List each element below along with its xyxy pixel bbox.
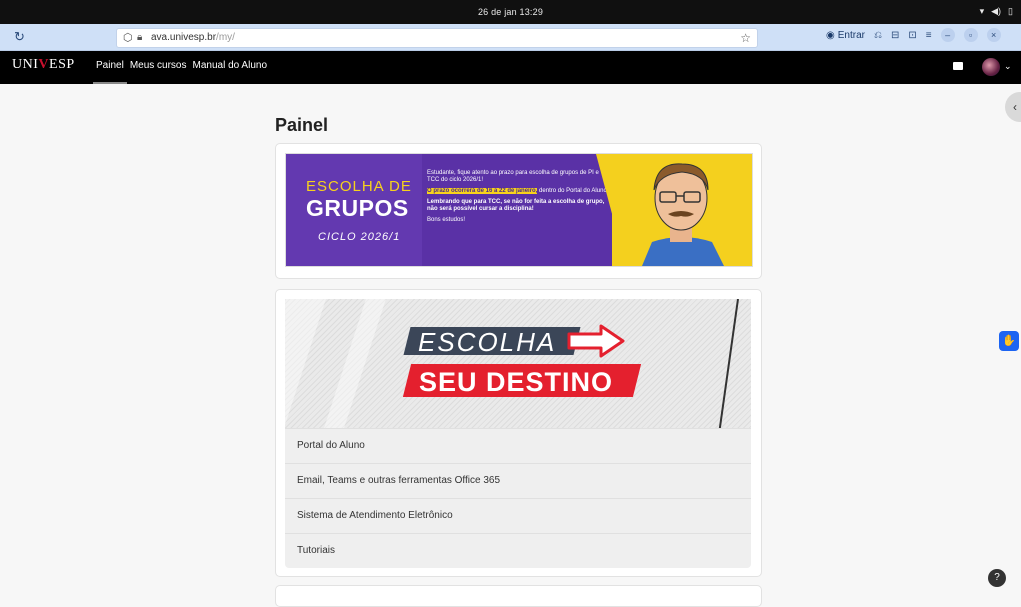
maximize-icon[interactable]: ▫ (963, 28, 978, 42)
banner1-paragraph-1: Estudante, fique atento ao prazo para es… (427, 170, 599, 183)
nav-manual-do-aluno[interactable]: Manual do Aluno (190, 51, 271, 84)
hands-icon: ✋ (1002, 335, 1016, 347)
browser-toolbar: ↻ ⬡ 🔒︎ ava.univesp.br/my/ ☆ ◉ Entrar ⎌ ⊟… (0, 24, 1021, 51)
cartoon-man-illustration (612, 154, 752, 266)
banner1-left: ESCOLHA DE GRUPOS CICLO 2026/1 (286, 154, 422, 266)
banner2-diagonal-line (718, 299, 739, 428)
wifi-icon[interactable]: ▾ (980, 6, 985, 17)
primary-nav: Painel Meus cursos Manual do Aluno (93, 51, 270, 84)
os-clock[interactable]: 26 de jan 13:29 (0, 7, 1021, 17)
chevron-down-icon[interactable]: ⌄ (1004, 61, 1012, 72)
banner1-paragraph-4: Bons estudos! (427, 217, 466, 223)
messages-icon[interactable] (953, 62, 963, 70)
signin-label: Entrar (837, 29, 865, 41)
site-navbar: UNIVESP Painel Meus cursos Manual do Alu… (0, 51, 1021, 84)
history-icon[interactable]: ⎌ (874, 30, 882, 41)
announcement-card: ESCOLHA DE GRUPOS CICLO 2026/1 Estudante… (275, 143, 762, 279)
quick-links-list: Portal do Aluno Email, Teams e outras fe… (285, 428, 751, 568)
nav-meus-cursos[interactable]: Meus cursos (127, 51, 190, 84)
group-selection-banner[interactable]: ESCOLHA DE GRUPOS CICLO 2026/1 Estudante… (285, 153, 753, 267)
reader-view-icon[interactable]: ⊟ (891, 30, 899, 41)
link-tutoriais[interactable]: Tutoriais (285, 533, 751, 568)
question-icon: ? (994, 572, 1000, 583)
bookmark-star-icon[interactable]: ☆ (740, 29, 751, 47)
banner2-line1: ESCOLHA (418, 327, 557, 357)
banner2-stripe (285, 299, 326, 428)
url-domain: ava.univesp.br (151, 32, 217, 43)
link-office-365[interactable]: Email, Teams e outras ferramentas Office… (285, 463, 751, 498)
user-avatar[interactable] (982, 58, 1000, 76)
next-card (275, 585, 762, 607)
system-tray[interactable]: ▾ ◀) ▯ (980, 6, 1013, 17)
url-bar[interactable]: ⬡ 🔒︎ ava.univesp.br/my/ ☆ (116, 28, 758, 48)
banner1-paragraph-2: O prazo ocorrerá de 16 a 22 de janeiro, … (427, 188, 609, 195)
close-icon[interactable]: × (986, 28, 1001, 42)
signin-button[interactable]: ◉ Entrar (826, 30, 865, 41)
arrow-right-icon (567, 324, 625, 358)
shield-icon[interactable]: ⬡ (123, 29, 133, 47)
lock-icon[interactable]: 🔒︎ (137, 29, 142, 47)
banner2-stripe (324, 299, 386, 428)
url-path: /my/ (216, 32, 235, 43)
link-atendimento-eletronico[interactable]: Sistema de Atendimento Eletrônico (285, 498, 751, 533)
deadline-highlight: O prazo ocorrerá de 16 a 22 de janeiro, (427, 188, 538, 194)
volume-icon[interactable]: ◀) (991, 6, 1001, 17)
os-top-bar: 26 de jan 13:29 ▾ ◀) ▯ (0, 0, 1021, 24)
banner1-text-panel: Estudante, fique atento ao prazo para es… (422, 154, 612, 266)
minimize-icon[interactable]: – (940, 28, 955, 42)
reload-icon[interactable]: ↻ (14, 29, 25, 45)
banner1-paragraph-3: Lembrando que para TCC, se não for feita… (427, 199, 609, 213)
chevron-left-icon: ‹ (1013, 100, 1017, 114)
link-portal-do-aluno[interactable]: Portal do Aluno (285, 428, 751, 463)
battery-icon[interactable]: ▯ (1008, 6, 1013, 17)
nav-painel[interactable]: Painel (93, 51, 127, 84)
choose-destination-banner[interactable]: ESCOLHA SEU DESTINO (285, 299, 751, 428)
accessibility-sign-language-button[interactable]: ✋ (999, 331, 1019, 351)
account-icon: ◉ (826, 29, 835, 41)
banner1-warning: Lembrando que para TCC, se não for feita… (427, 199, 605, 212)
toolbar-actions: ◉ Entrar ⎌ ⊟ ⊡ ≡ – ▫ × (826, 28, 1001, 42)
logo-prefix: UNI (12, 57, 39, 72)
sidebar-icon[interactable]: ⊡ (908, 30, 916, 41)
help-button[interactable]: ? (988, 569, 1006, 587)
menu-icon[interactable]: ≡ (926, 30, 932, 41)
banner1-line1: ESCOLHA DE (306, 178, 412, 195)
logo-v: V (38, 57, 50, 72)
banner1-illustration (612, 154, 752, 266)
banner1-line3: CICLO 2026/1 (318, 231, 401, 243)
quick-links-card: ESCOLHA SEU DESTINO Portal do Aluno Emai… (275, 289, 762, 577)
banner1-line2: GRUPOS (306, 195, 409, 221)
drawer-toggle-button[interactable]: ‹ (1005, 92, 1021, 122)
banner2-line2: SEU DESTINO (419, 367, 614, 397)
page-title: Painel (275, 115, 329, 135)
url-text[interactable]: ava.univesp.br/my/ (151, 29, 235, 47)
univesp-logo[interactable]: UNIVESP (12, 57, 75, 73)
logo-suffix: ESP (49, 57, 75, 72)
